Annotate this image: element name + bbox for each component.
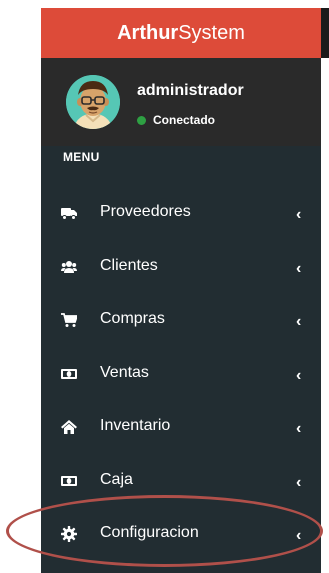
sidebar-item-label: Configuracion [100,524,199,541]
content-edge [321,8,329,573]
brand-strong: Arthur [117,22,179,44]
avatar [66,75,120,129]
chevron-left-icon: ‹ [296,473,302,491]
user-name: administrador [137,82,244,99]
menu-header: MENU [63,150,100,164]
money-icon [61,475,77,486]
avatar-illustration [66,75,120,129]
chevron-left-icon: ‹ [296,527,302,544]
chevron-left-icon: ‹ [296,206,302,223]
user-panel: administrador Conectado [41,58,321,146]
page: ArthurSystem administrador Conectado MEN… [0,0,329,573]
sidebar: ArthurSystem administrador Conectado MEN… [41,8,321,573]
money-icon [61,368,77,379]
user-status: Conectado [137,113,215,127]
shopping-cart-icon [61,313,77,327]
sidebar-item-label: Caja [100,470,133,488]
navbar-edge [321,8,329,58]
brand-rest: System [178,22,245,44]
sidebar-item-label: Inventario [100,417,171,434]
sidebar-menu: Proveedores ‹ Clientes ‹ Compras ‹ Venta… [41,190,321,565]
status-label: Conectado [153,113,216,127]
sidebar-item-inventario[interactable]: Inventario ‹ [41,404,321,458]
sidebar-item-proveedores[interactable]: Proveedores ‹ [41,190,321,244]
sidebar-item-clientes[interactable]: Clientes ‹ [41,244,321,298]
users-icon [61,260,77,273]
sidebar-item-configuracion[interactable]: Configuracion ‹ [41,511,321,565]
sidebar-item-compras[interactable]: Compras ‹ [41,297,321,351]
sidebar-item-label: Ventas [100,363,149,381]
sidebar-item-ventas[interactable]: Ventas ‹ [41,351,321,405]
sidebar-item-label: Compras [100,310,165,327]
brand-header[interactable]: ArthurSystem [41,8,321,58]
chevron-left-icon: ‹ [296,259,302,277]
gear-icon [61,526,77,542]
home-icon [61,420,77,434]
sidebar-item-label: Clientes [100,256,158,274]
sidebar-item-label: Proveedores [100,203,191,220]
chevron-left-icon: ‹ [296,366,302,384]
chevron-left-icon: ‹ [296,313,302,330]
sidebar-item-caja[interactable]: Caja ‹ [41,458,321,512]
online-status-icon [137,115,146,125]
truck-icon [61,208,77,220]
chevron-left-icon: ‹ [296,420,302,437]
